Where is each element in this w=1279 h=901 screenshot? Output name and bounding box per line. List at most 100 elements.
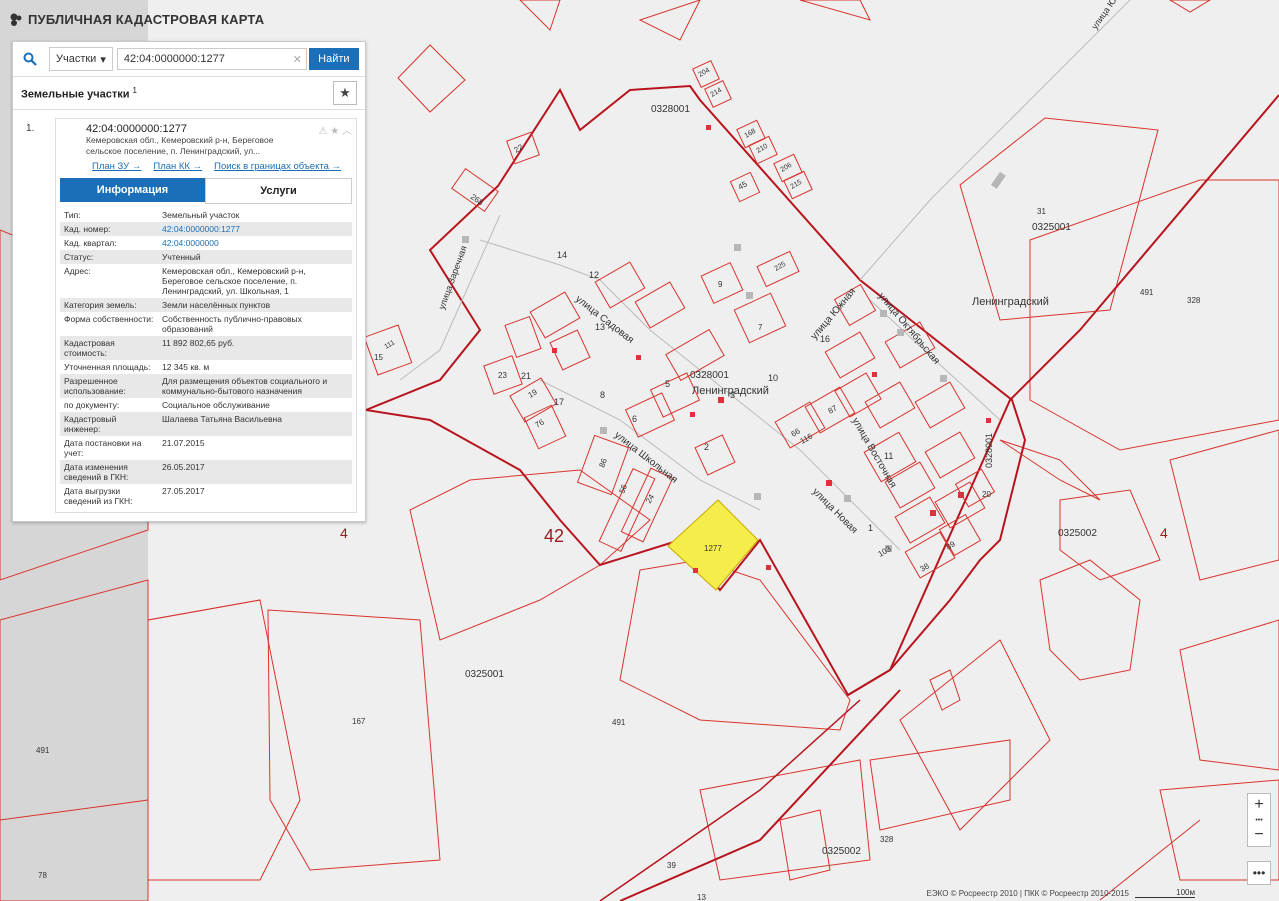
map-label: 14 bbox=[557, 250, 567, 260]
map-label: 491 bbox=[36, 746, 50, 755]
map-label: 13 bbox=[595, 322, 605, 332]
map-label: 491 bbox=[612, 718, 626, 727]
search-input[interactable]: 42:04:0000000:1277 ✕ bbox=[116, 48, 307, 70]
info-row: Разрешенное использование: Для размещения… bbox=[60, 374, 352, 398]
map-label: 0325002 bbox=[1058, 528, 1097, 539]
warning-icon[interactable]: ⚠ bbox=[319, 126, 328, 137]
tab-services[interactable]: Услуги bbox=[205, 178, 352, 204]
map-label: Ленинградский bbox=[972, 296, 1049, 308]
map-label: 0328001 bbox=[651, 104, 690, 115]
info-row-value[interactable]: 42:04:0000000 bbox=[158, 236, 352, 250]
results-header: Земельные участки 1 ★ bbox=[13, 77, 365, 110]
map-label: 9 bbox=[718, 280, 723, 289]
info-row: Дата изменения сведений в ГКН: 26.05.2017 bbox=[60, 460, 352, 484]
map-label: 5 bbox=[665, 379, 670, 389]
zoom-in-button[interactable]: + bbox=[1248, 794, 1270, 816]
map-label: 3 bbox=[730, 390, 735, 400]
find-button[interactable]: Найти bbox=[308, 48, 359, 70]
results-count: 1 bbox=[132, 85, 137, 95]
info-row-value: Земли населённых пунктов bbox=[158, 298, 352, 312]
info-row: Кадастровый инженер: Шалаева Татьяна Васи… bbox=[60, 412, 352, 436]
scale-bar: 100м bbox=[1135, 888, 1195, 898]
result-links: План ЗУ → План КК → Поиск в границах объ… bbox=[56, 161, 356, 172]
search-in-bounds-link[interactable]: Поиск в границах объекта → bbox=[214, 161, 341, 172]
info-row: Форма собственности: Собственность публич… bbox=[60, 312, 352, 336]
info-row-key: Адрес: bbox=[64, 266, 91, 276]
map-label: 2 bbox=[704, 442, 709, 452]
info-row: Статус: Учтенный bbox=[60, 250, 352, 264]
info-row-value: Учтенный bbox=[158, 250, 352, 264]
info-table: Тип: Земельный участок Кад. номер: 42:04:00… bbox=[60, 208, 352, 508]
more-tools-button[interactable]: ••• bbox=[1247, 861, 1271, 885]
map-label: 1 bbox=[868, 523, 873, 533]
result-card[interactable]: 1. ⚠ ★ ︿ 42:04:0000000:1277 Кемеровская … bbox=[26, 118, 357, 513]
search-icon[interactable] bbox=[13, 42, 47, 76]
map-label: 8 bbox=[600, 390, 605, 400]
info-row-value: 12 345 кв. м bbox=[162, 362, 210, 372]
info-row-value: 21.07.2015 bbox=[162, 438, 205, 448]
info-row-value: Шалаева Татьяна Васильевна bbox=[158, 412, 352, 436]
info-row-value: 11 892 802,65 руб. bbox=[158, 336, 352, 360]
map-label: 0325001 bbox=[1032, 222, 1071, 233]
info-row-key: Кад. квартал: bbox=[64, 238, 117, 248]
map-label: 42 bbox=[544, 526, 564, 546]
info-row-key: Статус: bbox=[60, 250, 158, 264]
map-label: 491 bbox=[1140, 288, 1154, 297]
favorite-star-button[interactable]: ★ bbox=[333, 81, 357, 105]
clear-icon[interactable]: ✕ bbox=[293, 53, 302, 66]
zoom-dots: ••• bbox=[1255, 816, 1263, 824]
pkk-logo-icon bbox=[10, 13, 22, 27]
info-row-key: Разрешенное использование: bbox=[60, 374, 158, 398]
section-title: Земельные участки bbox=[21, 88, 130, 101]
info-row-value: Кемеровская обл., Кемеровский р-н, Берег… bbox=[162, 266, 306, 296]
map-label: 4 bbox=[1160, 525, 1168, 541]
info-row-value: 27.05.2017 bbox=[162, 486, 205, 496]
map-label: 328 bbox=[1187, 296, 1201, 305]
map-label: 4 bbox=[340, 525, 348, 541]
map-label: 6 bbox=[632, 414, 637, 424]
plan-kk-link[interactable]: План КК → bbox=[153, 161, 202, 172]
chevron-down-icon: ▾ bbox=[100, 53, 106, 66]
info-row-key: Тип: bbox=[64, 210, 81, 220]
info-row-key: Кадастровая стоимость: bbox=[60, 336, 158, 360]
search-panel: Участки ▾ 42:04:0000000:1277 ✕ Найти Зем… bbox=[12, 41, 366, 522]
map-label: 21 bbox=[521, 371, 531, 381]
map-label: 20 bbox=[982, 490, 991, 499]
result-address-line1: Кемеровская обл., Кемеровский р-н, Берег… bbox=[86, 135, 274, 145]
info-row: Уточненная площадь: 12 345 кв. м bbox=[60, 360, 352, 374]
zoom-controls: + ••• − bbox=[1247, 793, 1271, 847]
zoom-out-button[interactable]: − bbox=[1248, 824, 1270, 846]
map-label: 328 bbox=[880, 835, 894, 844]
map-label: 7 bbox=[758, 323, 763, 332]
map-label: 31 bbox=[1037, 207, 1046, 216]
map-label: 1277 bbox=[704, 544, 722, 553]
info-row-key: Дата постановки на учет: bbox=[64, 438, 142, 458]
search-input-value: 42:04:0000000:1277 bbox=[123, 53, 225, 65]
map-label: 10 bbox=[768, 373, 778, 383]
object-type-label: Участки bbox=[56, 53, 97, 65]
info-row: Кад. номер: 42:04:0000000:1277 bbox=[60, 222, 352, 236]
object-type-dropdown[interactable]: Участки ▾ bbox=[49, 47, 113, 71]
search-bar: Участки ▾ 42:04:0000000:1277 ✕ Найти bbox=[13, 42, 365, 77]
info-row-key: Дата выгрузки сведений из ГКН: bbox=[64, 486, 133, 506]
info-row: по документу: Социальное обслуживание bbox=[60, 398, 352, 412]
info-row-value: Земельный участок bbox=[162, 210, 240, 220]
map-label: 12 bbox=[589, 270, 599, 280]
info-row: Кад. квартал: 42:04:0000000 bbox=[60, 236, 352, 250]
result-number[interactable]: 42:04:0000000:1277 bbox=[86, 123, 350, 135]
info-row-key: Дата изменения сведений в ГКН: bbox=[60, 460, 158, 484]
star-outline-icon[interactable]: ★ bbox=[330, 126, 339, 137]
plan-zu-link[interactable]: План ЗУ → bbox=[92, 161, 141, 172]
info-row-key: Форма собственности: bbox=[64, 314, 154, 324]
tab-information[interactable]: Информация bbox=[60, 178, 205, 202]
map-label: 0328001 bbox=[690, 370, 729, 381]
info-row-key: Кад. номер: bbox=[60, 222, 158, 236]
info-row: Адрес: Кемеровская обл., Кемеровский р-н,… bbox=[60, 264, 352, 298]
chevron-up-icon[interactable]: ︿ bbox=[342, 126, 352, 137]
result-address-line2: сельское поселение, п. Ленинградский, ул… bbox=[86, 146, 261, 156]
info-row-key: Категория земель: bbox=[60, 298, 158, 312]
map-label: 0325002 bbox=[822, 846, 861, 857]
info-row-value[interactable]: 42:04:0000000:1277 bbox=[158, 222, 352, 236]
map-label: 0325001 bbox=[465, 669, 504, 680]
map-label: 78 bbox=[38, 871, 47, 880]
